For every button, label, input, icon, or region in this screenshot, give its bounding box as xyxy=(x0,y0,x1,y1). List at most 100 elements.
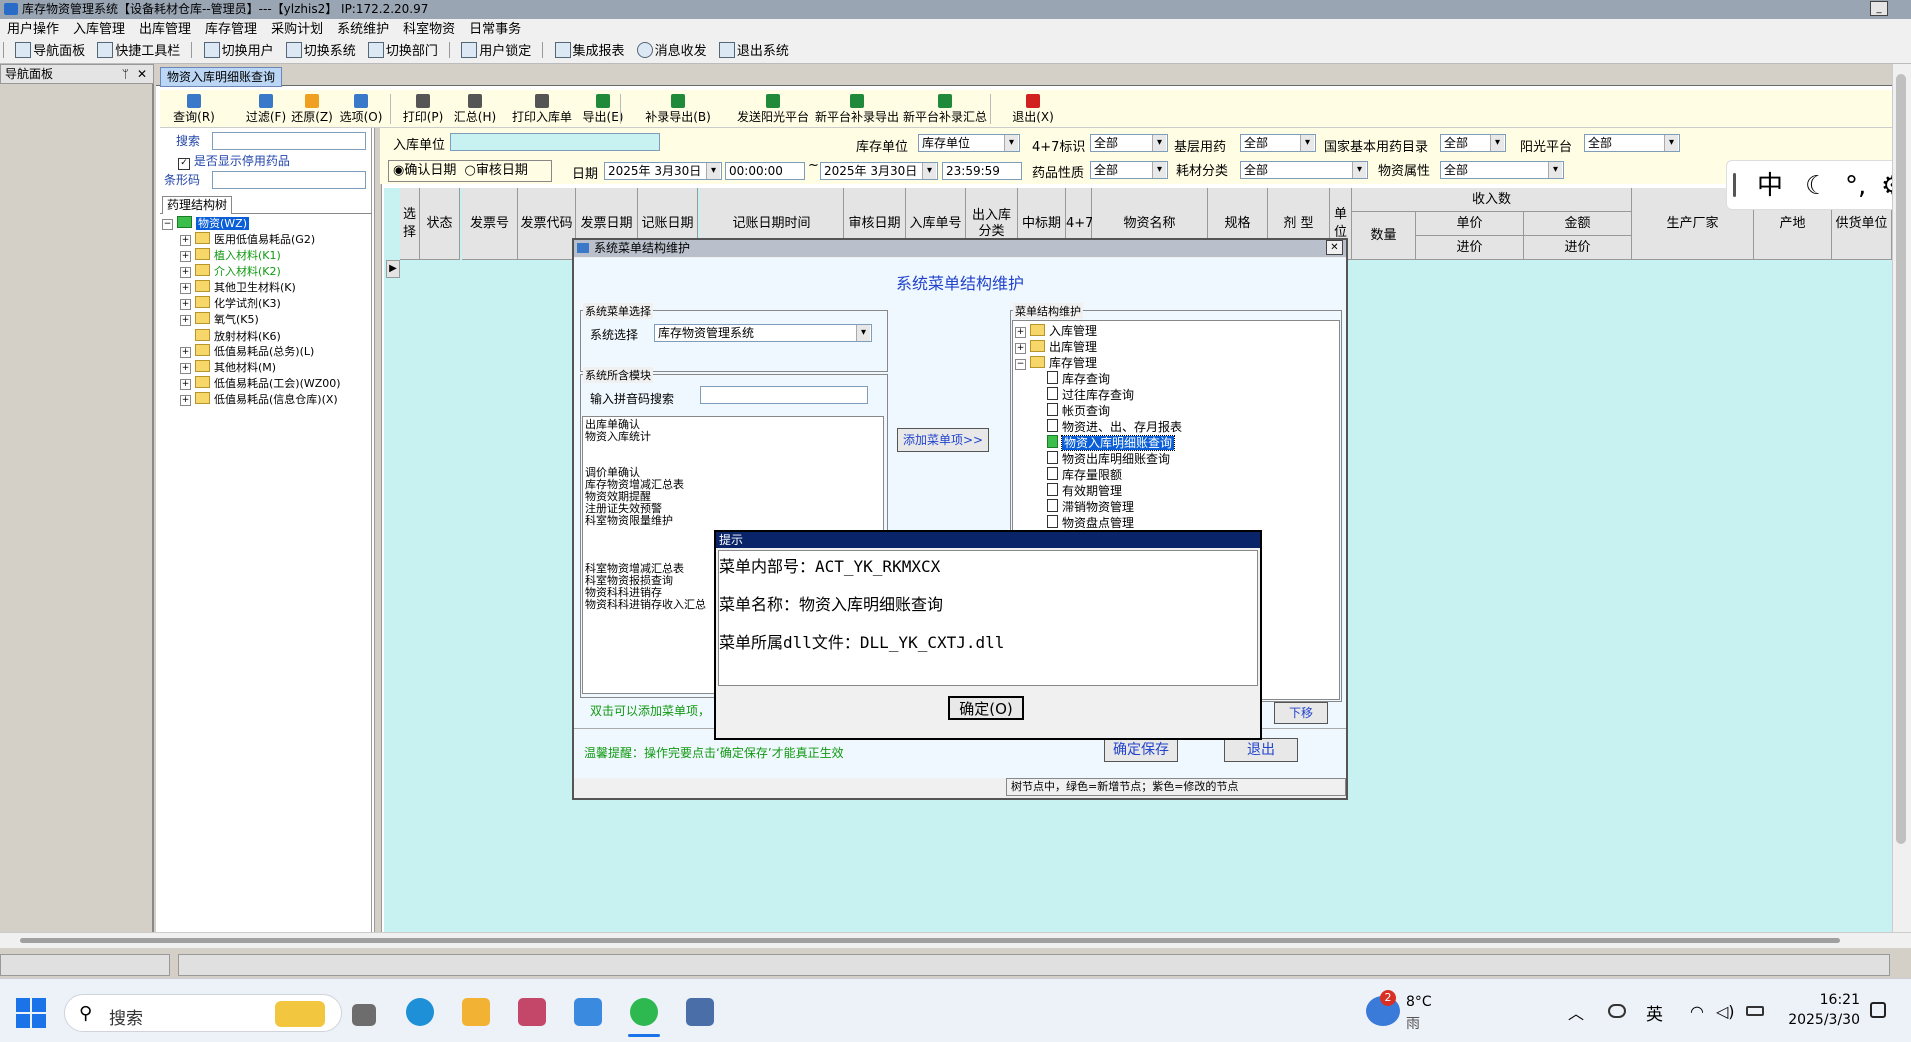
expand-icon[interactable]: + xyxy=(180,283,191,294)
menu-tree-node[interactable]: 库存量限额 xyxy=(1015,467,1337,483)
exit-system-button[interactable]: 退出系统 xyxy=(715,40,793,64)
barcode-input[interactable] xyxy=(212,171,366,189)
tree-node[interactable]: + 氧气(K5) xyxy=(180,312,259,328)
collapse-icon[interactable]: − xyxy=(162,219,173,230)
audit-date-radio[interactable]: 审核日期 xyxy=(476,163,528,178)
menu-tree-node[interactable]: + 入库管理 xyxy=(1015,323,1337,339)
expand-icon[interactable]: + xyxy=(180,395,191,406)
date-from-picker[interactable]: 2025年 3月30日 xyxy=(604,162,722,180)
menu-tree-node[interactable]: 物资盘点管理 xyxy=(1015,515,1337,531)
vertical-scrollbar[interactable] xyxy=(1892,64,1911,978)
time-to-input[interactable]: 23:59:59 xyxy=(942,162,1022,180)
module-list-item[interactable]: 科室物资限量维护 xyxy=(585,515,881,527)
menu-tree-node[interactable]: 物资出库明细账查询 xyxy=(1015,451,1337,467)
menu-user-ops[interactable]: 用户操作 xyxy=(0,19,66,40)
confirm-date-radio[interactable]: 确认日期 xyxy=(404,163,456,178)
ime-grip-icon[interactable] xyxy=(1733,173,1736,197)
tree-node[interactable]: + 低值易耗品(信息仓库)(X) xyxy=(180,392,338,408)
add-menu-item-button[interactable]: 添加菜单项>> xyxy=(897,428,989,452)
tree-node[interactable]: + 其他卫生材料(K) xyxy=(180,280,296,296)
switch-system-button[interactable]: 切换系统 xyxy=(282,40,360,64)
tree-node[interactable]: + 植入材料(K1) xyxy=(180,248,281,264)
stock-unit-select[interactable]: 库存单位 xyxy=(918,134,1020,152)
material-attr-select[interactable]: 全部 xyxy=(1440,161,1564,179)
expand-icon[interactable]: + xyxy=(1015,327,1026,338)
database-app-icon[interactable] xyxy=(518,998,546,1026)
collapse-icon[interactable]: − xyxy=(1015,359,1026,370)
grid-column-header[interactable]: 选择 xyxy=(400,188,420,260)
tree-node[interactable]: − 物资(WZ) xyxy=(162,216,249,232)
menu-tree-node[interactable]: 物资进、出、存月报表 xyxy=(1015,419,1337,435)
file-explorer-icon[interactable] xyxy=(462,998,490,1026)
task-view-icon[interactable] xyxy=(352,1004,376,1026)
grid-column-header[interactable]: 发票代码 xyxy=(518,188,576,260)
grid-column-header[interactable]: 发票号 xyxy=(462,188,518,260)
messages-button[interactable]: 消息收发 xyxy=(633,40,711,64)
menu-tree-node[interactable]: 库存查询 xyxy=(1015,371,1337,387)
toolbar-button-5[interactable]: 汇总(H) xyxy=(446,94,504,124)
sun-platform-select[interactable]: 全部 xyxy=(1584,134,1680,152)
ime-chinese-mode[interactable]: 中 xyxy=(1757,161,1783,211)
volume-icon[interactable]: ◁) xyxy=(1716,1002,1735,1021)
in-unit-input[interactable] xyxy=(450,133,660,151)
grid-subheader[interactable]: 单价 xyxy=(1416,212,1524,236)
confirm-save-button[interactable]: 确定保存 xyxy=(1104,738,1178,762)
toolbar-button-11[interactable]: 新平台补录汇总 xyxy=(896,94,994,124)
menu-tree-node[interactable]: 滞销物资管理 xyxy=(1015,499,1337,515)
show-disabled-checkbox[interactable]: ✓ 是否显示停用药品 xyxy=(178,152,290,170)
dialog-close-icon[interactable]: ✕ xyxy=(1326,240,1343,255)
moon-icon[interactable]: ☾ xyxy=(1805,161,1828,211)
clock-time[interactable]: 16:21 xyxy=(1790,992,1860,1008)
expand-icon[interactable]: + xyxy=(180,267,191,278)
switch-user-button[interactable]: 切换用户 xyxy=(200,40,278,64)
menu-system[interactable]: 系统维护 xyxy=(330,19,396,40)
stock-system-app-icon[interactable] xyxy=(686,998,714,1026)
expand-icon[interactable]: + xyxy=(180,347,191,358)
tree-node[interactable]: + 其他材料(M) xyxy=(180,360,276,376)
close-icon[interactable]: ✕ xyxy=(137,65,147,83)
tree-node[interactable]: + 介入材料(K2) xyxy=(180,264,281,280)
tree-node[interactable]: + 低值易耗品(总务)(L) xyxy=(180,344,314,360)
wechat-icon[interactable] xyxy=(630,998,658,1026)
notepad-icon[interactable] xyxy=(574,998,602,1026)
tree-node[interactable]: + 低值易耗品(工会)(WZ00) xyxy=(180,376,341,392)
grid-column-header[interactable]: 收入数 xyxy=(1352,188,1632,212)
cloud-sync-icon[interactable] xyxy=(1608,1004,1626,1018)
grid-subheader[interactable]: 进价 xyxy=(1524,236,1632,260)
national-list-select[interactable]: 全部 xyxy=(1440,134,1506,152)
punctuation-icon[interactable]: °, xyxy=(1845,161,1866,211)
taskbar-search-box[interactable]: ⚲ 搜索 xyxy=(64,994,342,1032)
dialog-exit-button[interactable]: 退出 xyxy=(1224,738,1298,762)
quick-toolbar-button[interactable]: 快捷工具栏 xyxy=(93,40,184,64)
toolbar-button-12[interactable]: 退出(X) xyxy=(1004,94,1062,124)
tree-node[interactable]: + 化学试剂(K3) xyxy=(180,296,281,312)
expand-icon[interactable]: + xyxy=(180,379,191,390)
horizontal-scrollbar[interactable] xyxy=(0,932,1911,948)
reports-button[interactable]: 集成报表 xyxy=(551,40,629,64)
browser-icon[interactable] xyxy=(406,998,434,1026)
toolbar-button-10[interactable]: 新平台补录导出 xyxy=(808,94,906,124)
scroll-thumb[interactable] xyxy=(1896,74,1906,844)
nav-panel-button[interactable]: 导航面板 xyxy=(11,40,89,64)
menu-dept-material[interactable]: 科室物资 xyxy=(396,19,462,40)
grid-subheader[interactable]: 金额 xyxy=(1524,212,1632,236)
expand-icon[interactable]: + xyxy=(1015,343,1026,354)
grid-subheader[interactable]: 数量 xyxy=(1352,212,1416,260)
expand-icon[interactable]: + xyxy=(180,299,191,310)
toolbar-button-3[interactable]: 选项(O) xyxy=(334,94,388,124)
toolbar-button-7[interactable]: 导出(E) xyxy=(570,94,636,124)
menu-daily[interactable]: 日常事务 xyxy=(462,19,528,40)
notification-bell-icon[interactable] xyxy=(1870,1002,1886,1018)
grid-column-header[interactable]: 状态 xyxy=(420,188,460,260)
time-from-input[interactable]: 00:00:00 xyxy=(725,162,805,180)
windows-start-icon[interactable] xyxy=(16,998,46,1028)
pinyin-search-input[interactable] xyxy=(700,386,868,404)
menu-tree-node[interactable]: + 出库管理 xyxy=(1015,339,1337,355)
tree-node[interactable]: + 医用低值易耗品(G2) xyxy=(180,232,315,248)
clock-date[interactable]: 2025/3/30 xyxy=(1780,1012,1860,1028)
switch-dept-button[interactable]: 切换部门 xyxy=(364,40,442,64)
pin-icon[interactable]: ᛘ xyxy=(122,65,129,83)
basic-drug-select[interactable]: 全部 xyxy=(1240,134,1316,152)
menu-tree-node[interactable]: 过往库存查询 xyxy=(1015,387,1337,403)
hscroll-thumb[interactable] xyxy=(20,938,1840,943)
